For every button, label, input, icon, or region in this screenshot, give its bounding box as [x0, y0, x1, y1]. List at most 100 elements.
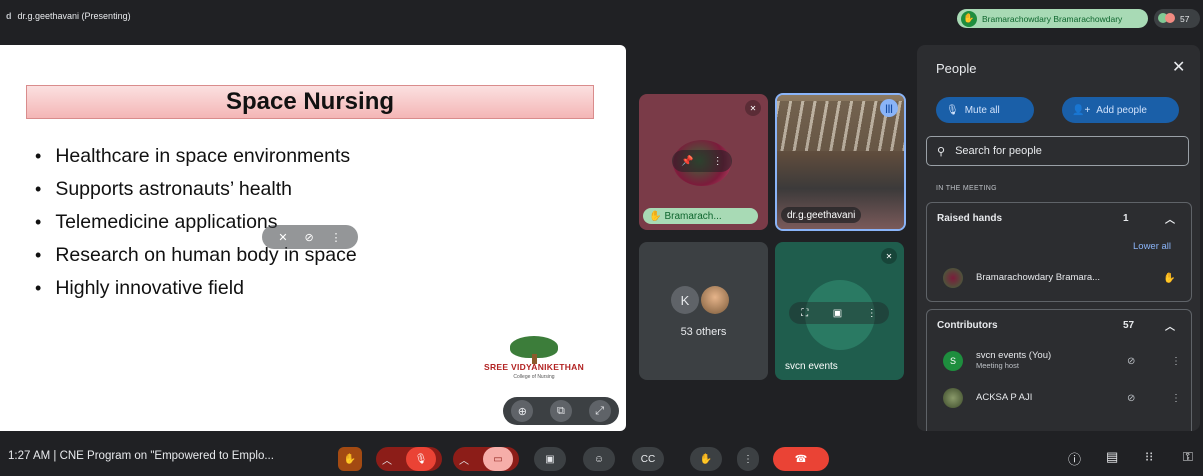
logo-subtitle: College of Nursing [513, 374, 555, 380]
slide-title: Space Nursing [26, 85, 594, 119]
slide-bullets: Healthcare in space environments Support… [35, 139, 357, 304]
mute-all-button[interactable]: 🎙 Mute all [936, 97, 1034, 123]
participant-tile-others[interactable]: K 53 others [639, 242, 768, 380]
participant-name-tag: dr.g.geethavani [781, 207, 862, 223]
mic-off-icon: 🎙 [406, 447, 436, 471]
unpin-icon[interactable]: ✕ [278, 231, 287, 244]
list-item[interactable]: Bramarachowdary Bramara... ✋ [927, 264, 1191, 292]
pin-icon[interactable]: 📌 [681, 156, 693, 167]
contributors-group: Contributors 57 ︿ S svcn events (You) Me… [926, 309, 1192, 431]
more-options-icon: ⋮ [743, 453, 753, 465]
presentation-slide[interactable]: Space Nursing Healthcare in space enviro… [0, 45, 626, 431]
presenter-initial: d [6, 11, 12, 21]
others-avatars: K [671, 286, 735, 314]
tile-controls: ⛶ ▣ ⋮ [789, 302, 889, 324]
participants-chip[interactable]: 57 [1154, 9, 1200, 28]
mute-off-icon[interactable]: ⊘ [304, 231, 313, 244]
host-controls-icon[interactable]: ⚿ [1183, 449, 1193, 465]
camera-button[interactable]: ︿ ▭ [453, 447, 519, 471]
participant-name: svcn events [785, 360, 838, 372]
raise-hand-button[interactable]: ✋ [690, 447, 722, 471]
present-screen-button[interactable]: ▣ [534, 447, 566, 471]
speaking-indicator-icon: ||| [880, 99, 898, 117]
section-label: IN THE MEETING [936, 185, 997, 192]
info-icon[interactable]: ⓘ [1068, 449, 1081, 468]
participant-name: Bramarachowdary Bramara... [976, 272, 1101, 283]
group-label: Raised hands [937, 212, 1003, 224]
participant-tile-bramarachowdary[interactable]: ✕ 📌 ⋮ ✋ Bramarach... [639, 94, 768, 230]
captions-button[interactable]: CC [632, 447, 664, 471]
chevron-up-icon[interactable]: ︿ [1165, 211, 1175, 226]
participant-name: dr.g.geethavani [787, 209, 856, 221]
effects-icon[interactable]: ▣ [833, 308, 842, 319]
muted-icon: ✕ [745, 100, 761, 116]
avatar: S [943, 351, 963, 371]
add-people-label: Add people [1096, 104, 1147, 116]
participant-name: ACKSA P AJI [976, 392, 1033, 403]
activities-icon[interactable]: ⁝⁝ [1145, 449, 1153, 465]
zoom-in-icon[interactable]: ⊕ [511, 400, 534, 422]
list-item[interactable]: S svcn events (You) Meeting host ⊘ ⋮ [927, 347, 1191, 375]
emoji-button[interactable]: ☺ [583, 447, 615, 471]
bullet-item: Healthcare in space environments [35, 139, 357, 172]
captions-icon: CC [640, 453, 656, 465]
add-people-button[interactable]: 👤+ Add people [1062, 97, 1179, 123]
popout-icon[interactable]: ⧉ [549, 400, 572, 422]
participant-name: svcn events (You) [976, 350, 1052, 361]
chat-icon[interactable]: ▤ [1106, 449, 1118, 465]
more-options-icon[interactable]: ⋮ [713, 156, 723, 167]
mic-off-icon: 🎙 [946, 104, 959, 116]
search-icon: ⚲ [937, 145, 946, 158]
raised-hands-group: Raised hands 1 ︿ Lower all Bramarachowda… [926, 202, 1192, 302]
chevron-up-icon: ︿ [459, 455, 469, 467]
emoji-icon: ☺ [593, 453, 605, 465]
participant-tile-geethavani[interactable]: ||| dr.g.geethavani [775, 93, 906, 231]
contributors-header[interactable]: Contributors 57 ︿ [927, 310, 1191, 340]
presenter-label: d dr.g.geethavani (Presenting) [6, 11, 131, 21]
group-label: Contributors [937, 319, 998, 331]
add-person-icon: 👤+ [1072, 104, 1091, 116]
close-icon[interactable]: ✕ [1172, 57, 1185, 77]
participant-name: Bramarach... [664, 210, 722, 222]
lower-all-button[interactable]: Lower all [1133, 241, 1171, 252]
meeting-info: 1:27 AM | CNE Program on "Empowered to E… [8, 450, 274, 462]
chevron-up-icon: ︿ [382, 455, 392, 467]
mic-off-icon[interactable]: ⊘ [1127, 393, 1135, 404]
hand-indicator-button[interactable]: ✋ [338, 447, 362, 471]
logo-name: SREE VIDYANIKETHAN [483, 362, 585, 372]
panel-title: People [936, 61, 977, 76]
more-options-icon[interactable]: ⋮ [331, 231, 342, 244]
avatar [943, 268, 963, 288]
present-icon: ▣ [545, 453, 555, 465]
end-call-button[interactable]: ☎ [773, 447, 829, 471]
mic-off-icon[interactable]: ⊘ [1127, 356, 1135, 367]
participant-tile-svcn-events[interactable]: ✕ ⛶ ▣ ⋮ svcn events [775, 242, 904, 380]
list-item[interactable]: ACKSA P AJI ⊘ ⋮ [927, 384, 1191, 412]
participant-name-tag: svcn events [779, 358, 844, 374]
avatar [943, 388, 963, 408]
top-bar: d dr.g.geethavani (Presenting) ✋ Bramara… [0, 0, 1203, 36]
muted-icon: ✕ [881, 248, 897, 264]
more-options-icon[interactable]: ⋮ [1171, 356, 1181, 367]
college-logo: SREE VIDYANIKETHAN College of Nursing [480, 336, 588, 384]
presentation-hover-controls: ✕ ⊘ ⋮ [262, 225, 358, 249]
more-options-icon[interactable]: ⋮ [1171, 393, 1181, 404]
chevron-up-icon[interactable]: ︿ [1165, 318, 1175, 333]
raised-hands-header[interactable]: Raised hands 1 ︿ [927, 203, 1191, 233]
microphone-button[interactable]: ︿ 🎙 [376, 447, 442, 471]
raised-hand-icon[interactable]: ✋ [1163, 273, 1175, 284]
tile-controls: 📌 ⋮ [672, 150, 732, 172]
raised-hand-icon: ✋ [961, 10, 977, 27]
zoom-controls: ⊕ ⧉ ⤢ [503, 397, 619, 425]
fullscreen-icon[interactable]: ⤢ [588, 400, 611, 422]
frame-icon[interactable]: ⛶ [801, 308, 808, 319]
search-input[interactable]: ⚲ Search for people [926, 136, 1189, 166]
participant-name-tag: ✋ Bramarach... [643, 208, 758, 224]
group-count: 1 [1123, 212, 1129, 224]
more-options-button[interactable]: ⋮ [737, 447, 759, 471]
participant-avatars-icon [1158, 12, 1176, 25]
raised-hand-chip[interactable]: ✋ Bramarachowdary Bramarachowdary [957, 9, 1148, 28]
more-options-icon[interactable]: ⋮ [867, 308, 877, 319]
others-count: 53 others [680, 326, 727, 338]
bullet-item: Highly innovative field [35, 271, 357, 304]
